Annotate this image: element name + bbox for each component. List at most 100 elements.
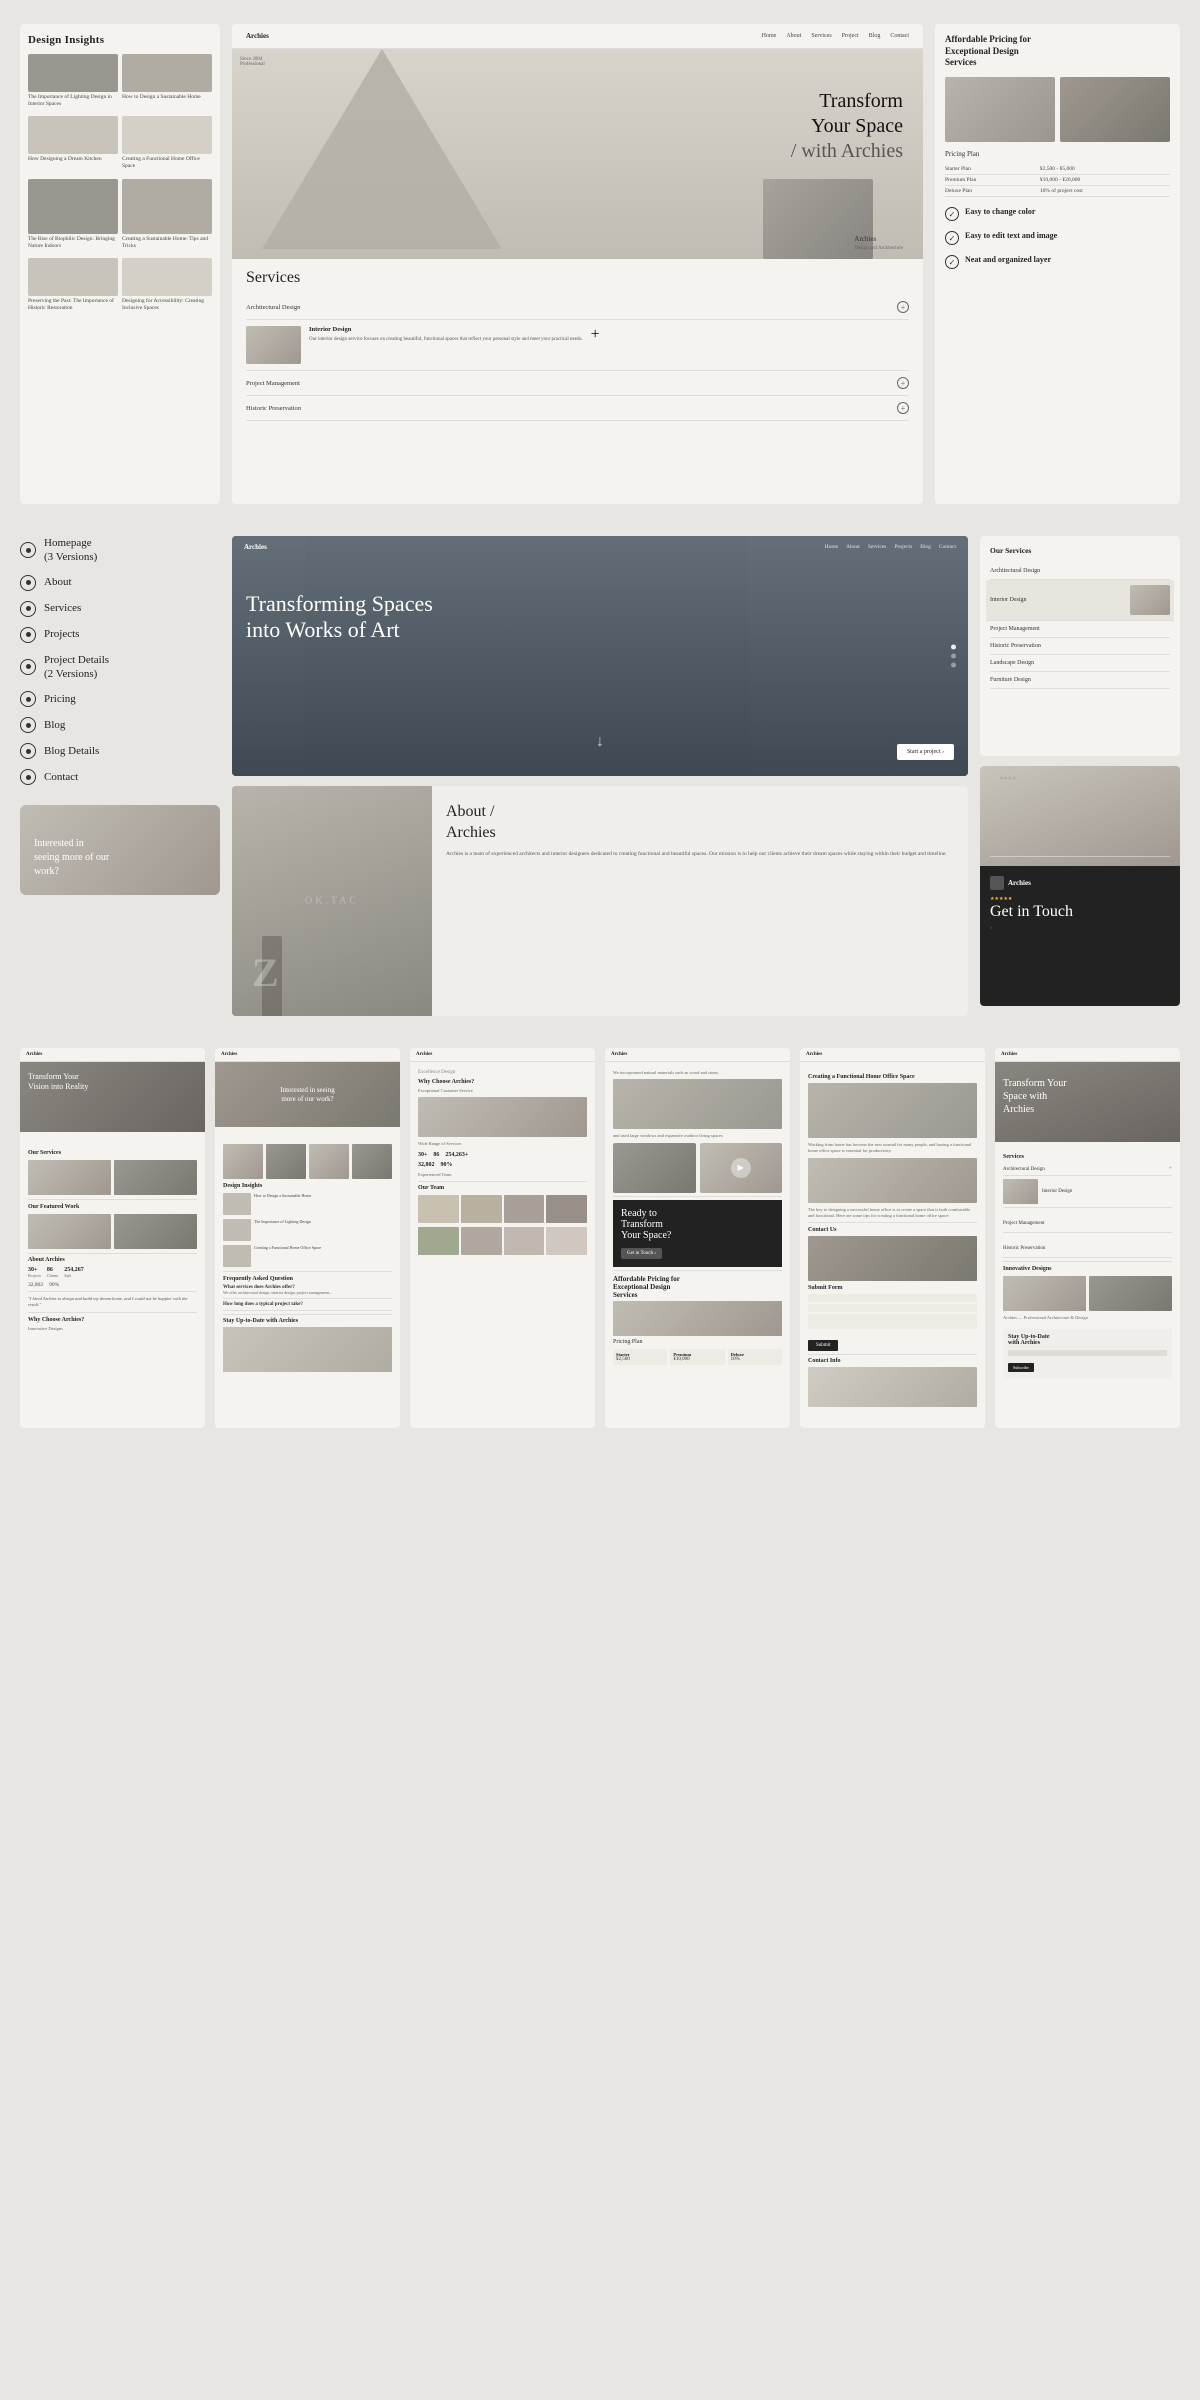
mp3-team8 <box>546 1227 587 1255</box>
nav-link-blog[interactable]: Blog <box>869 33 881 39</box>
mp2-blog-3: Creating a Functional Home Office Space <box>223 1245 392 1267</box>
plan-price-premium: ¥10,000 - ¥20,000 <box>1040 175 1170 186</box>
mp6-subscribe-button[interactable]: Subscribe <box>1008 1363 1034 1372</box>
interested-box: Interested inseeing more of ourwork? <box>20 805 220 895</box>
nav-item-projects[interactable]: Projects <box>20 627 220 643</box>
mp1-divider4 <box>28 1312 197 1313</box>
mp6-expand-arch[interactable]: + <box>1169 1166 1172 1172</box>
mp6-service-pm[interactable]: Project Management <box>1003 1208 1172 1233</box>
mp5-form-field2[interactable] <box>808 1304 977 1312</box>
center-nav-contact[interactable]: Contact <box>939 544 956 550</box>
mp3-team5 <box>418 1227 459 1255</box>
mp5-divider2 <box>808 1354 977 1355</box>
nav-link-home[interactable]: Home <box>762 33 777 39</box>
feature-check-icon-3: ✓ <box>945 255 959 269</box>
center-nav-home[interactable]: Home <box>825 544 838 550</box>
mp6-service-interior[interactable]: Interior Design <box>1003 1176 1172 1208</box>
mp5-submit-button[interactable]: Submit <box>808 1340 838 1351</box>
service-list-hist[interactable]: Historic Preservation <box>990 638 1170 655</box>
service-list-land[interactable]: Landscape Design <box>990 655 1170 672</box>
service-row-interior[interactable]: Interior Design Our interior design serv… <box>246 320 909 371</box>
service-list-arch[interactable]: Architectural Design <box>990 563 1170 580</box>
nav-label-pdetails: Project Details(2 Versions) <box>44 653 109 682</box>
mp2-faq-a1: We offer architectural design, interior … <box>223 1290 392 1295</box>
service-expand-pm[interactable]: + <box>897 377 909 389</box>
service-row-pm[interactable]: Project Management + <box>246 371 909 396</box>
blog-item-label: Preserving the Past: The Importance of H… <box>28 298 118 312</box>
nav-item-blog[interactable]: Blog <box>20 717 220 733</box>
nav-label-projects: Projects <box>44 627 79 641</box>
nav-link-about[interactable]: About <box>786 33 801 39</box>
service-row-arch[interactable]: Architectural Design + <box>246 295 909 320</box>
mp6-interior-thumb <box>1003 1179 1038 1204</box>
interested-text: Interested inseeing more of ourwork? <box>34 837 109 879</box>
nav-item-pricing[interactable]: Pricing <box>20 691 220 707</box>
service-expand-interior[interactable]: + <box>591 326 600 364</box>
nav-circle-contact <box>20 769 36 785</box>
nav-link-services[interactable]: Services <box>811 33 831 39</box>
mp1-hero: Transform YourVision into Reality <box>20 1062 205 1132</box>
nav-item-about[interactable]: About <box>20 575 220 591</box>
nav-item-services[interactable]: Services <box>20 601 220 617</box>
mp3-nav: Archies <box>410 1048 595 1062</box>
mp5-form-field1[interactable] <box>808 1294 977 1302</box>
mp2-divider2 <box>223 1314 392 1315</box>
center-nav-blog[interactable]: Blog <box>920 544 931 550</box>
nav-item-project-details[interactable]: Project Details(2 Versions) <box>20 653 220 682</box>
nav-circle-projects <box>20 627 36 643</box>
mp3-team2 <box>461 1195 502 1223</box>
nav-item-blog-details[interactable]: Blog Details <box>20 743 220 759</box>
nav-link-project[interactable]: Project <box>842 33 859 39</box>
mp3-why-item2: Wide Range of Services <box>418 1141 587 1147</box>
service-list-furn[interactable]: Furniture Design <box>990 672 1170 689</box>
mp6-service-arch[interactable]: Architectural Design + <box>1003 1163 1172 1176</box>
nav-item-contact[interactable]: Contact <box>20 769 220 785</box>
mini-page-5: Archies Creating a Functional Home Offic… <box>800 1048 985 1428</box>
slist-interior: Interior Design <box>990 597 1027 603</box>
mp5-form-textarea[interactable] <box>808 1314 977 1329</box>
service-row-hist[interactable]: Historic Preservation + <box>246 396 909 421</box>
nav-link-contact[interactable]: Contact <box>890 33 909 39</box>
mp6-hero-area: Transform YourSpace withArchies <box>995 1062 1180 1142</box>
mini-page-3: Archies Excellence Design Why Choose Arc… <box>410 1048 595 1428</box>
contact-line <box>990 856 1170 857</box>
plan-price-starter: ¥2,500 - ¥5,000 <box>1040 164 1170 175</box>
blog-thumbnail <box>122 54 212 92</box>
services-section: Services Architectural Design + Interior… <box>232 259 923 431</box>
mp2-blog-1: How to Design a Sustainable Home <box>223 1193 392 1215</box>
mp2-btext3: Creating a Functional Home Office Space <box>254 1245 321 1267</box>
service-list-pm[interactable]: Project Management <box>990 621 1170 638</box>
mp5-nav: Archies <box>800 1048 985 1062</box>
mp5-intro-text: Working from home has become the new nor… <box>808 1142 977 1155</box>
about-watermark: OK.TAC <box>305 896 359 907</box>
hero-center-title: Transforming Spacesinto Works of Art <box>246 591 433 644</box>
mp4-git-button[interactable]: Get in Touch › <box>621 1248 662 1259</box>
pricing-img-1 <box>945 77 1055 142</box>
center-nav-projects[interactable]: Projects <box>894 544 912 550</box>
service-thumbnail <box>246 326 301 364</box>
blog-item: How Designing a Dream Kitchen <box>28 116 118 170</box>
service-expand-hist[interactable]: + <box>897 402 909 414</box>
tree-trunk <box>262 936 282 1016</box>
contact-arch-icons: ⌂ ⌂ ⌂ ⌂ <box>1000 776 1016 781</box>
blog-item-label: How to Design a Sustainable Home <box>122 94 212 101</box>
cta-button[interactable]: Start a project › <box>897 744 954 760</box>
service-expand-icon[interactable]: + <box>897 301 909 313</box>
services-section-title: Services <box>246 269 909 287</box>
feature-item-edit: ✓ Easy to edit text and image <box>945 231 1170 245</box>
mp6-service-hist[interactable]: Historic Preservation <box>1003 1233 1172 1258</box>
feature-item-color: ✓ Easy to change color <box>945 207 1170 221</box>
mp2-faq-2: How long does a typical project take? <box>223 1302 392 1311</box>
mp5-contact-title: Contact Us <box>808 1227 977 1233</box>
center-nav-services[interactable]: Services <box>868 544 887 550</box>
nav-label-homepage: Homepage(3 Versions) <box>44 536 97 565</box>
nav-item-homepage[interactable]: Homepage(3 Versions) <box>20 536 220 565</box>
mp5-contactinfo-title: Contact Info <box>808 1358 977 1364</box>
blog-item-label: The Importance of Lighting Design in Int… <box>28 94 118 108</box>
center-logo: Archies <box>244 543 267 551</box>
center-nav-about[interactable]: About <box>846 544 860 550</box>
feature-check-icon: ✓ <box>945 207 959 221</box>
service-list-interior[interactable]: Interior Design <box>986 580 1174 621</box>
mp6-email-input[interactable] <box>1008 1350 1167 1356</box>
mp6-iimg2 <box>1089 1276 1172 1311</box>
